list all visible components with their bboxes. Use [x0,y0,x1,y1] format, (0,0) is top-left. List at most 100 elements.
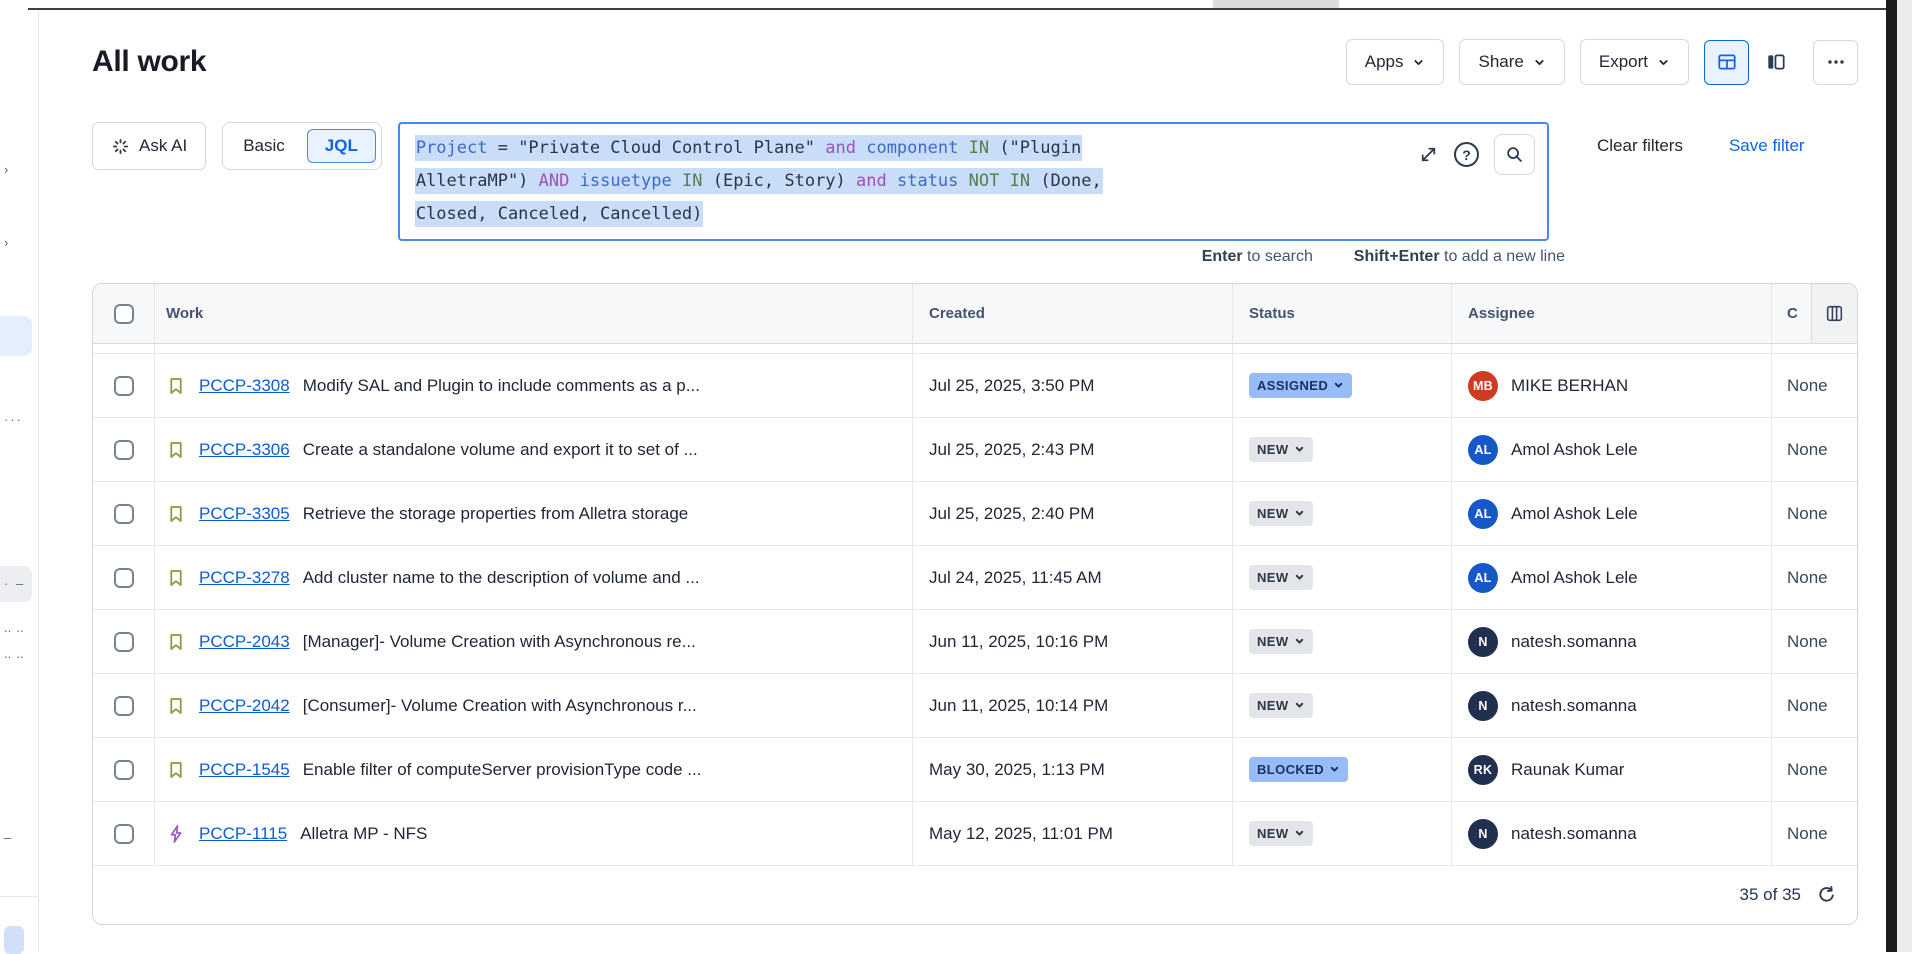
chevron-down-icon [1533,56,1546,69]
table-view-button[interactable] [1704,40,1749,85]
avatar: N [1468,627,1498,657]
status-dropdown[interactable]: NEW [1249,501,1313,526]
issue-key-link[interactable]: PCCP-3306 [199,440,290,460]
more-icon [1826,52,1846,72]
column-settings-button[interactable] [1811,284,1857,343]
window-artifact [1213,0,1339,8]
help-icon[interactable]: ? [1454,142,1479,167]
row-checkbox[interactable] [114,504,134,524]
clear-filters-button[interactable]: Clear filters [1597,136,1683,156]
work-cell: PCCP-2042 [Consumer]- Volume Creation wi… [155,674,913,737]
select-all-checkbox[interactable] [114,304,134,324]
status-cell: NEW [1233,482,1452,545]
table-header: Work Created Status Assignee C [93,284,1857,344]
ask-ai-label: Ask AI [139,136,187,156]
save-filter-button[interactable]: Save filter [1729,136,1805,156]
sidebar-text-fragment: · – [4,576,25,591]
column-header-work[interactable]: Work [155,284,913,343]
issue-key-link[interactable]: PCCP-1115 [199,824,287,844]
status-dropdown[interactable]: NEW [1249,437,1313,462]
row-checkbox[interactable] [114,440,134,460]
issue-key-link[interactable]: PCCP-3278 [199,568,290,588]
assignee-cell: N natesh.somanna [1452,610,1772,673]
chevron-down-icon [1294,636,1305,647]
chevron-right-icon[interactable]: › [4,162,8,177]
created-value: Jul 25, 2025, 2:43 PM [929,440,1094,460]
column-header-assignee[interactable]: Assignee [1452,284,1772,343]
assignee-name: Amol Ashok Lele [1511,504,1638,524]
status-dropdown[interactable]: ASSIGNED [1249,373,1352,398]
jql-query-text: Project = "Private Cloud Control Plane" … [415,132,1417,231]
issue-key-link[interactable]: PCCP-1545 [199,760,290,780]
issue-key-link[interactable]: PCCP-3308 [199,376,290,396]
work-cell: PCCP-3308 Modify SAL and Plugin to inclu… [155,354,913,417]
status-dropdown[interactable]: NEW [1249,821,1313,846]
extra-value: None [1787,504,1828,524]
chevron-down-icon [1294,572,1305,583]
chevron-down-icon [1412,56,1425,69]
sidebar-active-item[interactable] [0,316,32,356]
status-dropdown[interactable]: NEW [1249,693,1313,718]
status-dropdown[interactable]: NEW [1249,629,1313,654]
search-button[interactable] [1494,134,1535,175]
created-value: May 30, 2025, 1:13 PM [929,760,1105,780]
extra-cell: None [1772,418,1857,481]
chevron-down-icon [1294,828,1305,839]
jql-input[interactable]: Project = "Private Cloud Control Plane" … [398,122,1549,241]
status-dropdown[interactable]: BLOCKED [1249,757,1348,782]
row-checkbox[interactable] [114,376,134,396]
row-checkbox[interactable] [114,632,134,652]
column-header-status[interactable]: Status [1233,284,1452,343]
sidebar-divider [0,896,38,897]
refresh-button[interactable] [1816,885,1837,906]
extra-value: None [1787,696,1828,716]
created-cell: Jul 25, 2025, 2:40 PM [913,482,1233,545]
row-checkbox[interactable] [114,696,134,716]
detail-view-button[interactable] [1753,40,1798,85]
column-header-extra: C [1772,284,1857,343]
chevron-down-icon [1294,444,1305,455]
expand-icon[interactable] [1418,144,1439,165]
extra-value: None [1787,632,1828,652]
row-checkbox[interactable] [114,824,134,844]
more-button[interactable] [1813,40,1858,85]
sidebar-bottom-item[interactable] [4,926,24,954]
window-right-edge [1886,0,1897,952]
sidebar-text-fragment: – [4,830,11,845]
jql-mode-button[interactable]: JQL [307,129,376,163]
status-cell: BLOCKED [1233,738,1452,801]
extra-cell: None [1772,610,1857,673]
chevron-down-icon [1294,508,1305,519]
column-header-created[interactable]: Created [913,284,1233,343]
status-label: NEW [1257,826,1289,841]
column-header-extra-label[interactable]: C [1772,284,1811,343]
sidebar-text-fragment: ··· [4,412,23,427]
row-checkbox[interactable] [114,760,134,780]
issue-key-link[interactable]: PCCP-3305 [199,504,290,524]
page-header: All work Apps Share Export [92,38,1858,86]
refresh-icon [1816,885,1837,906]
extra-cell: None [1772,546,1857,609]
header-checkbox-cell [93,284,155,343]
chevron-right-icon[interactable]: › [4,235,8,250]
row-checkbox-cell [93,546,155,609]
status-label: NEW [1257,698,1289,713]
issue-summary: [Consumer]- Volume Creation with Asynchr… [303,696,697,716]
work-cell: PCCP-1545 Enable filter of computeServer… [155,738,913,801]
epic-icon [166,824,186,844]
assignee-cell: AL Amol Ashok Lele [1452,546,1772,609]
issue-key-link[interactable]: PCCP-2043 [199,632,290,652]
status-dropdown[interactable]: NEW [1249,565,1313,590]
status-label: NEW [1257,570,1289,585]
detail-view-icon [1765,51,1787,73]
share-button[interactable]: Share [1459,39,1564,85]
ask-ai-button[interactable]: Ask AI [92,122,206,170]
issue-key-link[interactable]: PCCP-2042 [199,696,290,716]
basic-mode-button[interactable]: Basic [223,136,305,156]
apps-button[interactable]: Apps [1346,39,1445,85]
created-value: Jun 11, 2025, 10:16 PM [929,632,1108,652]
export-button[interactable]: Export [1580,39,1689,85]
row-checkbox[interactable] [114,568,134,588]
sidebar-text-fragment: ‥ ‥ [4,622,25,635]
table-body: PCCP-3308 Modify SAL and Plugin to inclu… [93,354,1857,866]
